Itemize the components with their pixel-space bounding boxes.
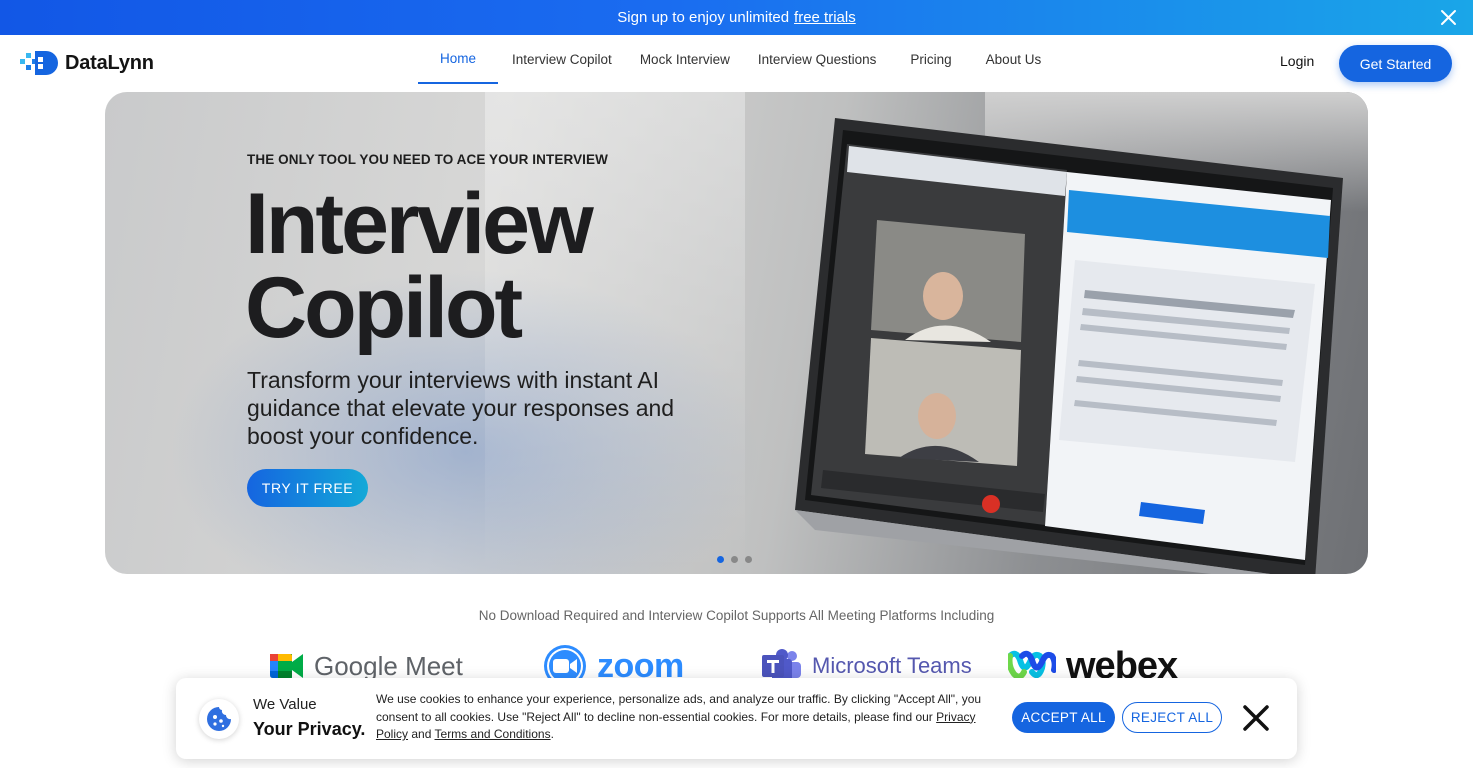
brand-logo[interactable]: DataLynn [20, 49, 154, 77]
hero-subtitle: Transform your interviews with instant A… [247, 367, 675, 449]
datalynn-logo-icon [20, 51, 58, 75]
cookie-text-body: We use cookies to enhance your experienc… [376, 692, 982, 724]
laptop-illustration [795, 118, 1343, 574]
terms-link[interactable]: Terms and Conditions [435, 727, 551, 741]
close-icon[interactable] [1440, 9, 1457, 26]
cookie-heading-line1: We Value [253, 696, 317, 713]
hero-title-line1: Interview [245, 176, 594, 272]
main-menu: Home Interview Copilot Mock Interview In… [418, 35, 1055, 84]
hero-title-line2: Copilot [245, 260, 523, 356]
hero-banner: THE ONLY TOOL YOU NEED TO ACE YOUR INTER… [105, 92, 1368, 574]
slide-dot-3[interactable] [745, 556, 752, 563]
cookie-icon [207, 707, 231, 731]
platforms-caption: No Download Required and Interview Copil… [478, 608, 995, 623]
cookie-icon-badge [199, 699, 239, 739]
cookie-description: We use cookies to enhance your experienc… [376, 691, 1000, 744]
hero-title: Interview Copilot [245, 176, 594, 356]
nav-interview-copilot[interactable]: Interview Copilot [498, 35, 626, 84]
brand-name: DataLynn [65, 51, 154, 74]
get-started-button[interactable]: Get Started [1339, 45, 1452, 82]
google-meet-icon [270, 654, 303, 678]
nav-about-us[interactable]: About Us [972, 35, 1056, 84]
promo-bar: Sign up to enjoy unlimited free trials [0, 0, 1473, 35]
slide-dot-2[interactable] [731, 556, 738, 563]
hero-eyebrow: THE ONLY TOOL YOU NEED TO ACE YOUR INTER… [247, 152, 608, 167]
nav-home[interactable]: Home [418, 35, 499, 84]
try-it-free-button[interactable]: TRY IT FREE [247, 469, 368, 507]
microsoft-teams-wordmark: Microsoft Teams [812, 653, 972, 678]
reject-all-button[interactable]: REJECT ALL [1122, 702, 1222, 733]
cookie-heading-line2: Your Privacy. [253, 719, 366, 739]
top-nav: DataLynn Home Interview Copilot Mock Int… [0, 35, 1473, 91]
cookie-text-and: and [411, 727, 432, 741]
cookie-consent-banner: We Value Your Privacy. We use cookies to… [176, 678, 1297, 759]
close-icon[interactable] [1242, 704, 1270, 732]
nav-interview-questions[interactable]: Interview Questions [744, 35, 891, 84]
slide-dot-1[interactable] [717, 556, 724, 563]
nav-pricing[interactable]: Pricing [890, 35, 971, 84]
slide-indicator [717, 556, 752, 563]
promo-text: Sign up to enjoy unlimited [617, 9, 790, 26]
nav-mock-interview[interactable]: Mock Interview [626, 35, 744, 84]
cookie-text-end: . [550, 727, 554, 741]
free-trials-link[interactable]: free trials [794, 9, 856, 26]
google-meet-wordmark: Google Meet [314, 650, 463, 681]
login-link[interactable]: Login [1280, 53, 1314, 69]
accept-all-button[interactable]: ACCEPT ALL [1012, 702, 1115, 733]
